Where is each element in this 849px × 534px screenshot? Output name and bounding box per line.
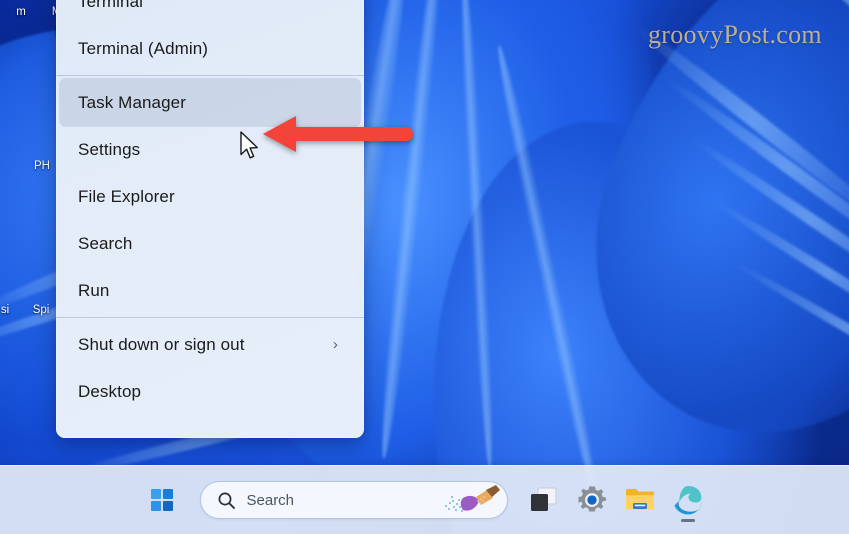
folder-icon — [625, 488, 654, 510]
search-icon — [218, 492, 235, 509]
windows-desktop-screen: groovyPost.com m Mi E PH si Spi Terminal… — [0, 0, 849, 534]
annotation-arrow-icon — [263, 116, 413, 152]
start-button[interactable] — [138, 476, 186, 524]
menu-item-terminal[interactable]: Terminal — [60, 0, 360, 25]
menu-item-file-explorer[interactable]: File Explorer — [60, 173, 360, 220]
task-view-icon — [530, 487, 556, 511]
active-app-indicator — [680, 519, 695, 522]
menu-item-desktop[interactable]: Desktop — [60, 368, 360, 415]
menu-separator-2 — [56, 317, 364, 318]
groovypost-watermark: groovyPost.com — [648, 20, 822, 49]
gear-icon — [578, 486, 606, 512]
mouse-cursor — [240, 131, 258, 159]
windows-logo-icon — [150, 489, 173, 511]
edge-icon — [674, 486, 702, 515]
taskbar-settings[interactable] — [568, 476, 616, 524]
taskbar-search-box[interactable]: Search — [199, 481, 508, 519]
taskbar-edge[interactable] — [664, 476, 712, 524]
taskbar: Search — [0, 465, 849, 534]
menu-item-run[interactable]: Run — [60, 267, 360, 314]
search-input[interactable]: Search — [247, 492, 295, 509]
taskbar-file-explorer[interactable] — [616, 476, 664, 524]
paintbrush-icon — [444, 485, 500, 512]
winx-context-menu: Terminal Terminal (Admin) Task Manager S… — [56, 0, 364, 438]
chevron-right-icon: › — [332, 336, 338, 353]
menu-item-shut-down-or-sign-out[interactable]: Shut down or sign out › — [60, 321, 360, 368]
menu-item-terminal-admin[interactable]: Terminal (Admin) — [60, 25, 360, 72]
menu-item-search[interactable]: Search — [60, 220, 360, 267]
menu-separator-1 — [56, 75, 364, 76]
taskbar-task-view[interactable] — [520, 476, 568, 524]
